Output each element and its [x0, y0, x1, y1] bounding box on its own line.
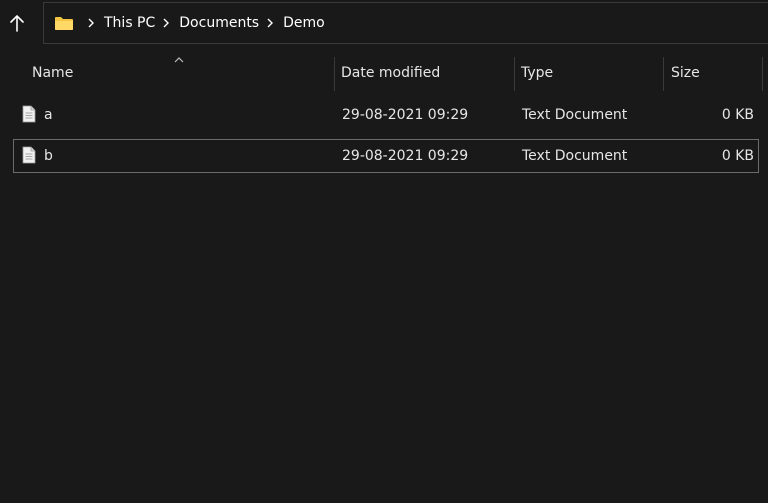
- column-header: Name Date modified Type Size: [0, 54, 768, 94]
- file-size: 0 KB: [721, 107, 754, 123]
- column-size-header[interactable]: Size: [671, 54, 761, 92]
- chevron-right-icon[interactable]: [84, 16, 98, 30]
- chevron-right-icon[interactable]: [263, 16, 277, 30]
- file-row[interactable]: b 29-08-2021 09:29 Text Document 0 KB: [13, 139, 759, 173]
- column-divider[interactable]: [762, 57, 763, 91]
- breadcrumb-this-pc[interactable]: This PC: [104, 15, 155, 31]
- up-button[interactable]: [4, 8, 30, 38]
- file-row[interactable]: a 29-08-2021 09:29 Text Document 0 KB: [13, 98, 759, 132]
- column-divider[interactable]: [334, 57, 335, 91]
- file-type: Text Document: [522, 148, 628, 164]
- file-name[interactable]: a: [44, 99, 53, 131]
- breadcrumb-documents[interactable]: Documents: [179, 15, 259, 31]
- file-size: 0 KB: [721, 148, 754, 164]
- column-date-modified-header[interactable]: Date modified: [341, 54, 511, 92]
- column-type-header[interactable]: Type: [521, 54, 661, 92]
- column-name-header[interactable]: Name: [32, 54, 332, 92]
- breadcrumb-demo[interactable]: Demo: [283, 15, 325, 31]
- column-divider[interactable]: [514, 57, 515, 91]
- arrow-up-icon: [10, 15, 24, 32]
- file-name[interactable]: b: [44, 140, 53, 172]
- folder-icon: [54, 15, 74, 31]
- file-date-modified: 29-08-2021 09:29: [342, 107, 469, 123]
- text-file-icon: [22, 105, 36, 123]
- text-file-icon: [22, 146, 36, 164]
- column-divider[interactable]: [663, 57, 664, 91]
- file-type: Text Document: [522, 107, 628, 123]
- navigation-bar: This PC Documents Demo: [0, 0, 768, 48]
- chevron-right-icon[interactable]: [159, 16, 173, 30]
- file-date-modified: 29-08-2021 09:29: [342, 148, 469, 164]
- address-bar[interactable]: This PC Documents Demo: [43, 2, 768, 44]
